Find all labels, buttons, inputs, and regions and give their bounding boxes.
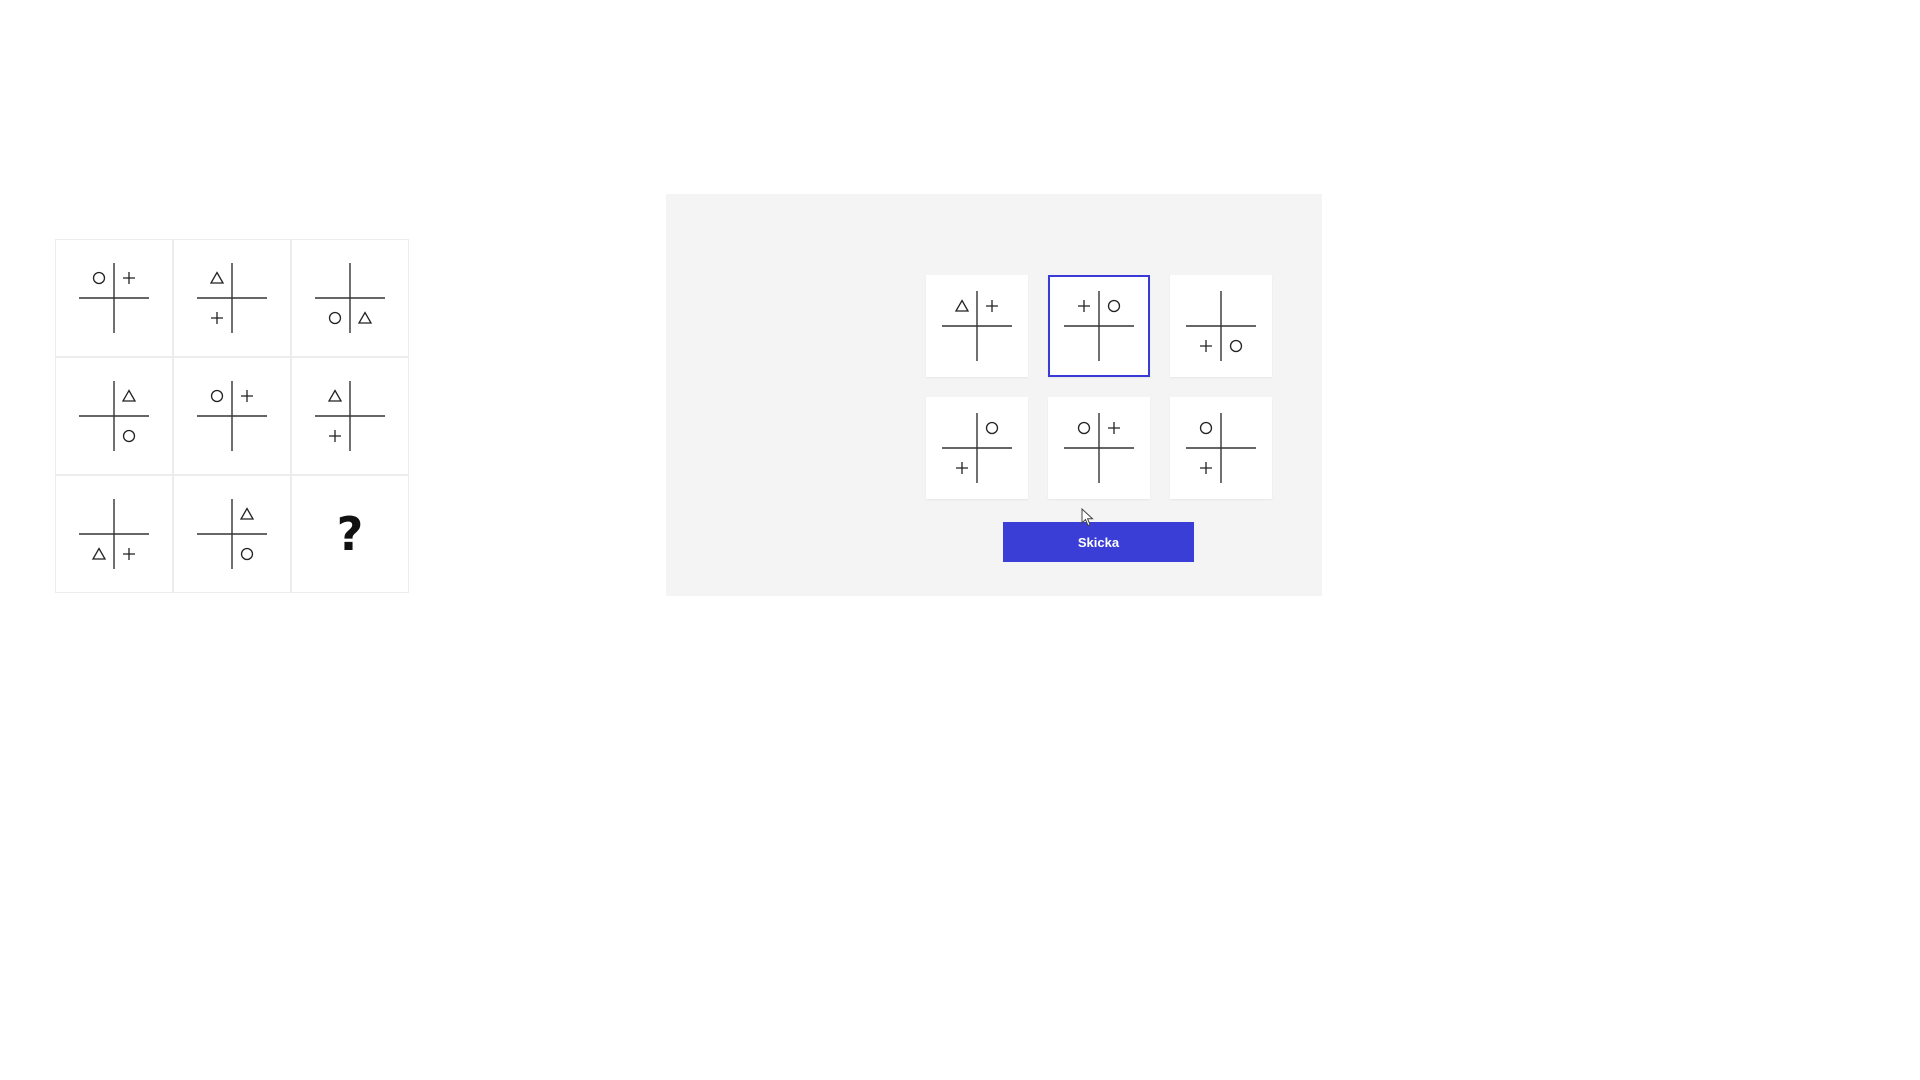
option-figure	[942, 413, 1012, 483]
circle-icon	[210, 389, 224, 403]
option-figure	[942, 291, 1012, 361]
puzzle-cell	[291, 239, 409, 357]
option-figure	[1064, 413, 1134, 483]
plus-icon	[329, 430, 341, 442]
circle-icon	[328, 311, 342, 325]
mouse-cursor-icon	[1081, 508, 1094, 527]
circle-icon	[92, 271, 106, 285]
triangle-icon	[239, 507, 255, 520]
option-figure	[1186, 291, 1256, 361]
triangle-icon	[357, 311, 373, 324]
plus-icon	[123, 548, 135, 560]
puzzle-figure	[315, 381, 385, 451]
option-figure	[1186, 413, 1256, 483]
plus-icon	[1200, 462, 1212, 474]
plus-icon	[1078, 300, 1090, 312]
circle-icon	[985, 421, 999, 435]
puzzle-figure	[79, 263, 149, 333]
answer-option-2[interactable]	[1048, 275, 1150, 377]
puzzle-figure	[197, 381, 267, 451]
triangle-icon	[954, 299, 970, 312]
plus-icon	[123, 272, 135, 284]
puzzle-figure	[197, 499, 267, 569]
answer-option-4[interactable]	[926, 397, 1028, 499]
answer-options	[926, 275, 1272, 499]
circle-icon	[240, 547, 254, 561]
puzzle-cell	[173, 239, 291, 357]
circle-icon	[1077, 421, 1091, 435]
plus-icon	[1200, 340, 1212, 352]
triangle-icon	[121, 389, 137, 402]
puzzle-figure	[79, 499, 149, 569]
circle-icon	[1199, 421, 1213, 435]
puzzle-cell	[55, 475, 173, 593]
circle-icon	[1229, 339, 1243, 353]
puzzle-cell	[173, 357, 291, 475]
triangle-icon	[91, 547, 107, 560]
triangle-icon	[327, 389, 343, 402]
answer-option-3[interactable]	[1170, 275, 1272, 377]
circle-icon	[122, 429, 136, 443]
puzzle-cell	[55, 239, 173, 357]
puzzle-cell	[291, 357, 409, 475]
puzzle-figure	[79, 381, 149, 451]
circle-icon	[1107, 299, 1121, 313]
submit-button[interactable]: Skicka	[1003, 522, 1194, 562]
answer-panel: Skicka	[666, 194, 1322, 596]
answer-option-5[interactable]	[1048, 397, 1150, 499]
option-figure	[1064, 291, 1134, 361]
answer-option-6[interactable]	[1170, 397, 1272, 499]
plus-icon	[956, 462, 968, 474]
plus-icon	[211, 312, 223, 324]
puzzle-cell	[55, 357, 173, 475]
plus-icon	[241, 390, 253, 402]
puzzle-cell	[173, 475, 291, 593]
puzzle-matrix: ?	[55, 239, 409, 593]
question-mark: ?	[336, 507, 364, 561]
puzzle-cell: ?	[291, 475, 409, 593]
plus-icon	[1108, 422, 1120, 434]
puzzle-figure	[315, 263, 385, 333]
plus-icon	[986, 300, 998, 312]
answer-option-1[interactable]	[926, 275, 1028, 377]
triangle-icon	[209, 271, 225, 284]
puzzle-figure	[197, 263, 267, 333]
